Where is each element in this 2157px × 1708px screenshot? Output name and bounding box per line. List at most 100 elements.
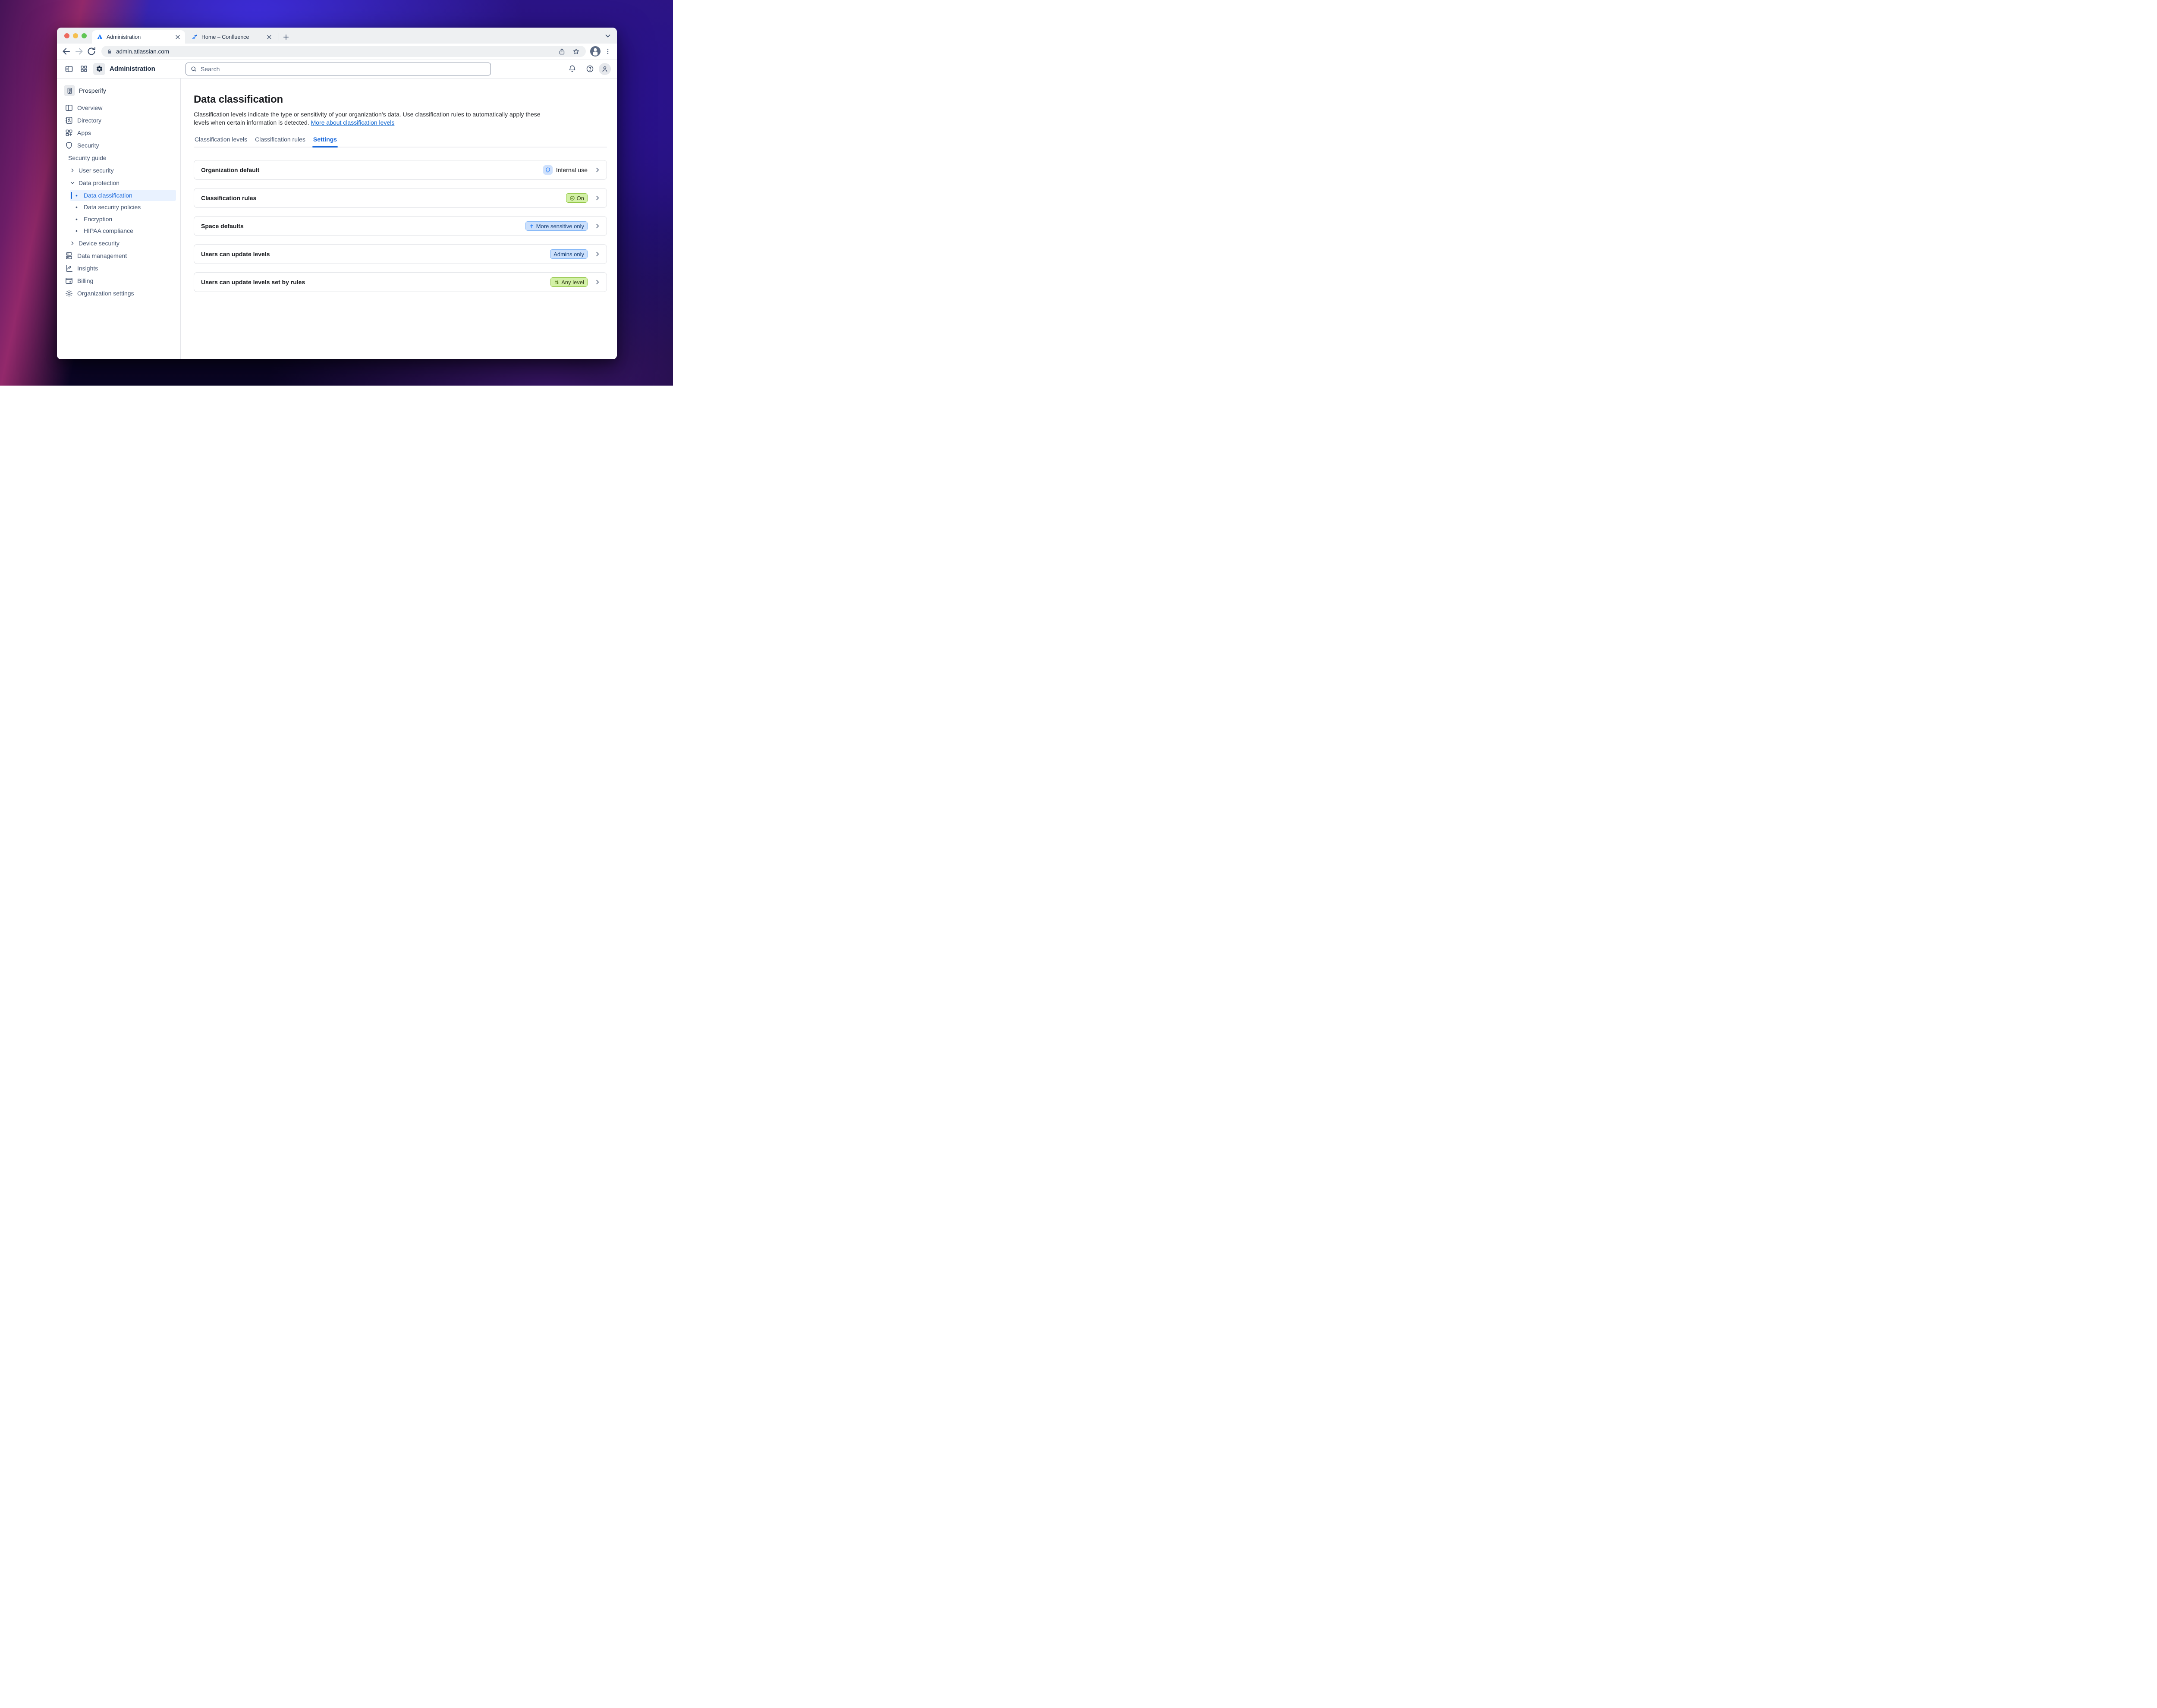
bullet-icon: • — [75, 192, 81, 198]
tab-search-chevron-icon[interactable] — [604, 32, 612, 40]
page-tabs: Classification levels Classification rul… — [194, 136, 607, 148]
bullet-icon: • — [75, 228, 81, 234]
atlassian-icon — [97, 34, 103, 40]
sidebar-item-hipaa-compliance[interactable]: • HIPAA compliance — [70, 225, 176, 236]
sidebar-item-apps[interactable]: Apps — [64, 126, 176, 139]
back-icon[interactable] — [61, 46, 72, 57]
account-avatar[interactable] — [599, 63, 611, 75]
browser-window: Administration Home – Confluence — [57, 28, 617, 359]
sidebar-item-data-classification[interactable]: • Data classification — [70, 190, 176, 201]
search-icon — [190, 66, 197, 72]
setting-value-group: Admins only — [550, 249, 601, 259]
global-search[interactable] — [186, 63, 491, 75]
sidebar-item-security[interactable]: Security — [64, 139, 176, 151]
sidebar-item-label: Data security policies — [84, 204, 141, 210]
sidebar-item-label: Encryption — [84, 216, 112, 223]
close-window-button[interactable] — [64, 33, 69, 38]
sidebar-item-label: Overview — [77, 104, 102, 111]
app-switcher-icon[interactable] — [78, 63, 90, 75]
sidebar-item-label: Data classification — [84, 192, 132, 199]
setting-row-users-can-update-levels-set-by-rules[interactable]: Users can update levels set by rules Any… — [194, 272, 607, 292]
chevron-down-icon — [69, 180, 75, 186]
sidebar-item-data-security-policies[interactable]: • Data security policies — [70, 201, 176, 213]
overview-icon — [65, 104, 73, 112]
org-switcher[interactable]: Prosperify — [64, 85, 176, 97]
tab-home-confluence[interactable]: Home – Confluence — [187, 30, 277, 44]
share-icon[interactable] — [558, 48, 566, 55]
setting-title: Users can update levels set by rules — [201, 279, 305, 286]
product-name: Administration — [110, 65, 155, 72]
sidebar-item-data-management[interactable]: Data management — [64, 250, 176, 262]
gear-icon — [65, 289, 73, 298]
org-name: Prosperify — [79, 87, 106, 94]
organization-icon — [64, 85, 75, 96]
setting-value: More sensitive only — [536, 223, 584, 229]
zoom-window-button[interactable] — [82, 33, 87, 38]
sidebar-group-data-protection[interactable]: Data protection — [64, 176, 176, 189]
sidebar-group-user-security[interactable]: User security — [64, 164, 176, 176]
reload-icon[interactable] — [86, 46, 97, 57]
chevron-right-icon — [594, 223, 601, 229]
close-tab-icon[interactable] — [266, 34, 273, 41]
padlock-icon[interactable] — [107, 49, 112, 54]
database-icon — [65, 251, 73, 260]
sidebar-item-billing[interactable]: Billing — [64, 275, 176, 287]
setting-value-group: More sensitive only — [525, 221, 601, 231]
setting-row-space-defaults[interactable]: Space defaults More sensitive only — [194, 216, 607, 236]
sidebar-group-device-security[interactable]: Device security — [64, 237, 176, 250]
bookmark-star-icon[interactable] — [572, 48, 580, 55]
header-actions — [566, 63, 611, 75]
collapse-sidebar-icon[interactable] — [63, 63, 75, 75]
setting-row-users-can-update-levels[interactable]: Users can update levels Admins only — [194, 244, 607, 264]
forward-icon[interactable] — [74, 46, 84, 57]
setting-row-organization-default[interactable]: Organization default Internal use — [194, 160, 607, 180]
address-bar[interactable]: admin.atlassian.com — [101, 46, 586, 57]
chevron-right-icon — [594, 166, 601, 173]
sidebar-item-organization-settings[interactable]: Organization settings — [64, 287, 176, 300]
help-icon[interactable] — [584, 63, 596, 75]
sidebar-section-security-guide: Security guide — [64, 151, 176, 164]
sidebar-item-label: HIPAA compliance — [84, 227, 133, 234]
admin-sidebar: Prosperify Overview Directory — [57, 78, 181, 359]
setting-value: On — [577, 195, 584, 201]
sidebar-item-label: Directory — [77, 117, 101, 124]
sidebar-item-directory[interactable]: Directory — [64, 114, 176, 126]
setting-value: Admins only — [553, 251, 584, 257]
browser-menu-icon[interactable] — [604, 47, 612, 55]
description-line-1: Classification levels indicate the type … — [194, 111, 541, 118]
chevron-right-icon — [594, 279, 601, 286]
group-label: Data protection — [79, 179, 119, 186]
close-tab-icon[interactable] — [174, 34, 181, 41]
bullet-icon: • — [75, 204, 81, 210]
tab-classification-levels[interactable]: Classification levels — [194, 136, 248, 147]
notifications-bell-icon[interactable] — [566, 63, 578, 75]
new-tab-button[interactable] — [282, 33, 290, 41]
sidebar-item-label: Insights — [77, 265, 98, 272]
sidebar-item-overview[interactable]: Overview — [64, 101, 176, 114]
description-line-2: levels when certain information is detec… — [194, 119, 309, 126]
settings-list: Organization default Internal use — [194, 160, 607, 292]
more-about-classification-levels-link[interactable]: More about classification levels — [311, 119, 395, 126]
tab-administration[interactable]: Administration — [92, 30, 185, 44]
administration-logo-gear-icon[interactable] — [93, 63, 105, 75]
sidebar-item-insights[interactable]: Insights — [64, 262, 176, 275]
setting-row-classification-rules[interactable]: Classification rules On — [194, 188, 607, 208]
shield-icon — [65, 141, 73, 150]
tab-settings[interactable]: Settings — [312, 136, 338, 147]
sidebar-item-encryption[interactable]: • Encryption — [70, 214, 176, 225]
chart-icon — [65, 264, 73, 273]
search-input[interactable] — [201, 66, 486, 72]
arrow-up-icon — [529, 223, 535, 229]
browser-profile-avatar[interactable] — [590, 46, 601, 57]
url-text: admin.atlassian.com — [116, 48, 169, 55]
status-badge-more-sensitive-only: More sensitive only — [525, 221, 588, 231]
page-title: Data classification — [194, 93, 607, 106]
group-label: User security — [79, 167, 114, 174]
directory-icon — [65, 116, 73, 125]
confluence-icon — [192, 34, 198, 40]
credit-card-icon — [65, 276, 73, 285]
sidebar-item-label: Organization settings — [77, 290, 134, 297]
setting-value-group: Any level — [550, 277, 601, 287]
minimize-window-button[interactable] — [73, 33, 78, 38]
tab-classification-rules[interactable]: Classification rules — [254, 136, 306, 147]
